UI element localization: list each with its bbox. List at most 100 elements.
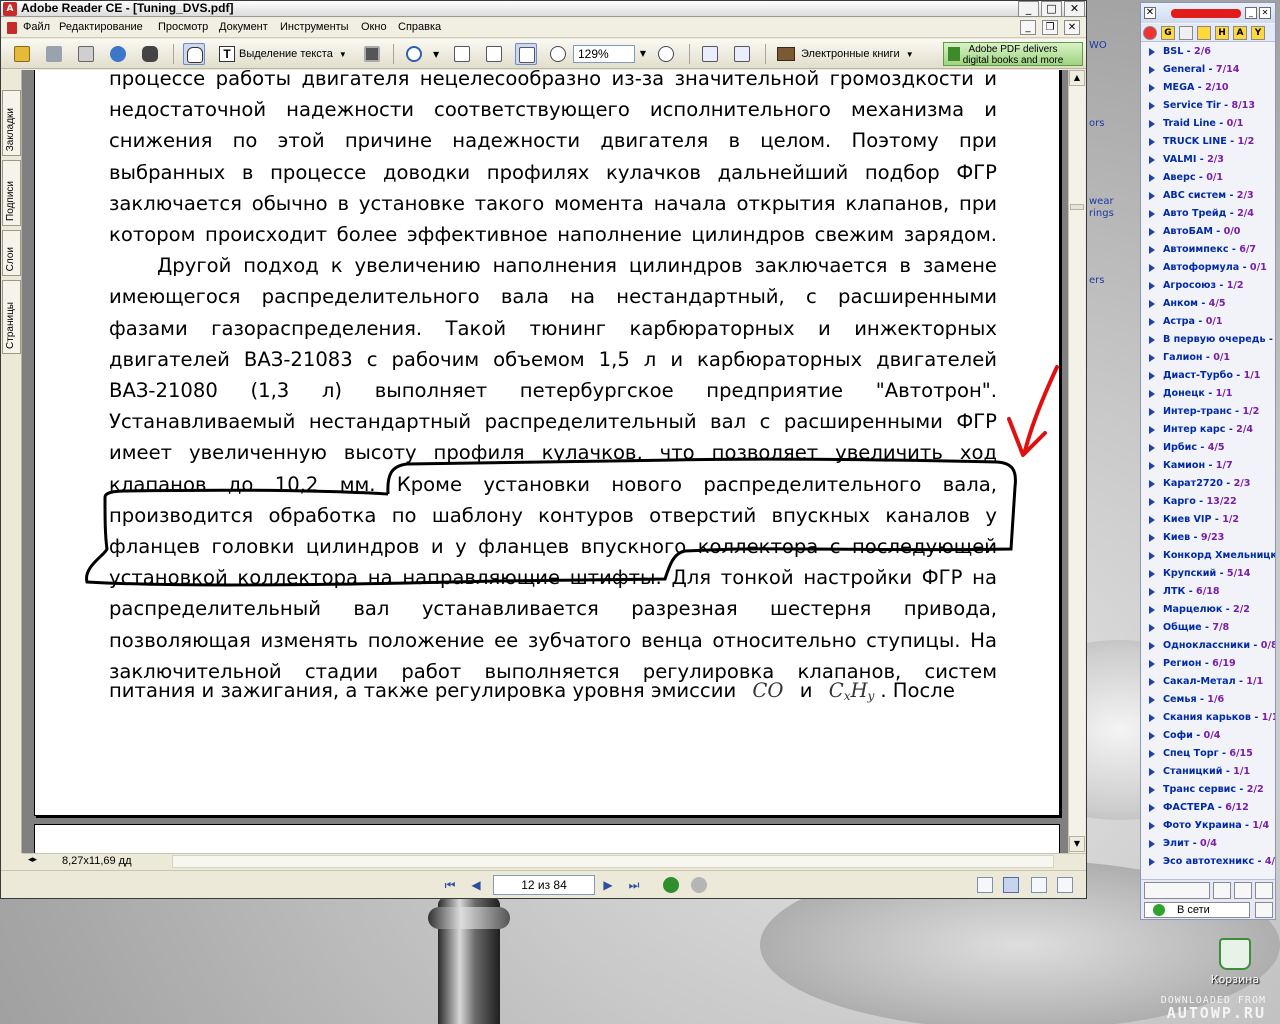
contact-group[interactable]: Семья - 1/6 (1143, 691, 1275, 709)
contact-group[interactable]: Транс сервис - 2/2 (1143, 781, 1275, 799)
contact-group[interactable]: Элит - 0/4 (1143, 835, 1275, 853)
menu-view[interactable]: Просмотр (158, 21, 208, 33)
last-page-button[interactable]: ⏭ (625, 877, 643, 893)
facing-layout-button[interactable] (1057, 877, 1073, 893)
contact-group[interactable]: Анком - 4/5 (1143, 295, 1275, 313)
contact-list-close-x-button[interactable]: ✕ (1259, 7, 1271, 19)
title-bar[interactable]: A Adobe Reader CE - [Tuning_DVS.pdf] _ □… (1, 1, 1086, 17)
privacy-status-button[interactable] (1255, 902, 1273, 918)
chevron-down-icon[interactable]: ▼ (637, 45, 649, 63)
tab-layers[interactable]: Слои (2, 230, 21, 276)
contact-group[interactable]: Авто Трейд - 2/4 (1143, 205, 1275, 223)
scroll-thumb[interactable] (1070, 204, 1084, 210)
contact-group[interactable]: General - 7/14 (1143, 61, 1275, 79)
contact-group[interactable]: BSL - 2/6 (1143, 43, 1275, 61)
help-button[interactable] (1255, 882, 1273, 899)
hand-tool-button[interactable] (183, 43, 205, 65)
contact-group[interactable]: АвтоБАМ - 0/0 (1143, 223, 1275, 241)
contact-group[interactable]: Одноклассники - 0/8 (1143, 637, 1275, 655)
email-icon[interactable] (1179, 26, 1193, 40)
contact-group[interactable]: Камион - 1/7 (1143, 457, 1275, 475)
adobe-promo-banner[interactable]: Adobe PDF delivers digital books and mor… (943, 42, 1083, 66)
split-handle-icon[interactable]: ◂▸ (28, 855, 37, 865)
contact-list-close-button[interactable]: ✕ (1144, 7, 1156, 19)
tab-pages[interactable]: Страницы (2, 280, 21, 354)
scroll-up-button[interactable]: ▲ (1069, 70, 1085, 86)
doc-restore-button[interactable]: ❐ (1042, 20, 1058, 35)
vertical-scrollbar[interactable]: ▲ ▼ (1068, 70, 1085, 853)
contact-group[interactable]: TRUCK LINE - 1/2 (1143, 133, 1275, 151)
find-user-button[interactable] (1213, 882, 1231, 899)
next-page-button[interactable]: ▶ (599, 877, 617, 893)
contact-group[interactable]: Киев VIP - 1/2 (1143, 511, 1275, 529)
contact-group[interactable]: В первую очередь - 5 (1143, 331, 1275, 349)
contact-group[interactable]: Диаст-Турбо - 1/1 (1143, 367, 1275, 385)
zoom-tool-button[interactable] (403, 43, 425, 65)
rotate-left-button[interactable] (699, 43, 721, 65)
open-button[interactable] (11, 43, 33, 65)
contact-group[interactable]: Астра - 0/1 (1143, 313, 1275, 331)
menu-file[interactable]: Файл (23, 21, 50, 33)
contact-group[interactable]: АВС систем - 2/3 (1143, 187, 1275, 205)
actual-size-button[interactable] (451, 43, 473, 65)
zoom-in-button[interactable] (655, 43, 677, 65)
select-text-tool[interactable]: T Выделение текста ▼ (215, 43, 357, 65)
contact-group[interactable]: Эсо автотехникс - 4/9 (1143, 853, 1275, 871)
contact-group[interactable]: Киев - 9/23 (1143, 529, 1275, 547)
contact-group[interactable]: Донецк - 1/1 (1143, 385, 1275, 403)
previous-page-button[interactable]: ◀ (467, 877, 485, 893)
contact-group[interactable]: Карат2720 - 2/3 (1143, 475, 1275, 493)
chevron-down-icon[interactable]: ▼ (433, 50, 439, 59)
contact-group[interactable]: MEGA - 2/10 (1143, 79, 1275, 97)
h-icon[interactable]: H (1215, 26, 1229, 40)
contact-group[interactable]: Скания карьков - 1/1 (1143, 709, 1275, 727)
go-forward-icon[interactable] (691, 877, 707, 893)
single-page-layout-button[interactable] (977, 877, 993, 893)
print-button[interactable] (75, 43, 97, 65)
continuous-layout-button[interactable] (1003, 877, 1019, 893)
page-number-field[interactable]: 12 из 84 (493, 875, 595, 895)
contact-group[interactable]: Общие - 7/8 (1143, 619, 1275, 637)
contact-list-minimize-button[interactable]: _ (1245, 7, 1257, 19)
contact-group[interactable]: ФАСТЕРА - 6/12 (1143, 799, 1275, 817)
zoom-level-field[interactable]: 129% (573, 45, 635, 63)
flower-status-icon[interactable] (1143, 26, 1157, 40)
menu-help[interactable]: Справка (398, 21, 441, 33)
contact-group[interactable]: Крупский - 5/14 (1143, 565, 1275, 583)
online-status-button[interactable]: В сети (1144, 902, 1250, 918)
contact-group[interactable]: Марцелюк - 2/2 (1143, 601, 1275, 619)
main-menu-button[interactable] (1144, 882, 1210, 899)
scroll-down-button[interactable]: ▼ (1069, 836, 1085, 852)
horizontal-scrollbar[interactable] (172, 855, 1054, 868)
doc-minimize-button[interactable]: _ (1020, 20, 1036, 35)
menu-document[interactable]: Документ (219, 21, 268, 33)
contact-group[interactable]: Регион - 6/19 (1143, 655, 1275, 673)
contact-group[interactable]: Спец Торг - 6/15 (1143, 745, 1275, 763)
maximize-button[interactable]: □ (1041, 1, 1062, 17)
tab-signatures[interactable]: Подписи (2, 160, 21, 226)
contact-list-titlebar[interactable]: ✕ _ ✕ (1141, 3, 1275, 23)
contact-group[interactable]: Интер-транс - 1/2 (1143, 403, 1275, 421)
contact-group[interactable]: Галион - 0/1 (1143, 349, 1275, 367)
menu-window[interactable]: Окно (361, 21, 387, 33)
search-button[interactable] (139, 43, 161, 65)
contact-group[interactable]: Traid Line - 0/1 (1143, 115, 1275, 133)
contact-group[interactable]: Конкорд Хмельницки (1143, 547, 1275, 565)
doc-close-button[interactable]: ✕ (1064, 20, 1080, 35)
menu-edit[interactable]: Редактирование (59, 21, 143, 33)
g-icon[interactable]: G (1161, 26, 1175, 40)
contact-group[interactable]: Автоформула - 0/1 (1143, 259, 1275, 277)
desktop-icon-recycle-bin[interactable]: Корзина (1205, 938, 1265, 986)
y-icon[interactable]: Y (1251, 26, 1265, 40)
go-back-icon[interactable] (663, 877, 679, 893)
tab-bookmarks[interactable]: Закладки (2, 90, 21, 156)
contact-group[interactable]: Софи - 0/4 (1143, 727, 1275, 745)
contact-group[interactable]: Автоимпекс - 6/7 (1143, 241, 1275, 259)
contact-group[interactable]: Аверс - 0/1 (1143, 169, 1275, 187)
contact-group[interactable]: Ирбис - 4/5 (1143, 439, 1275, 457)
close-button[interactable]: ✕ (1064, 1, 1085, 17)
contact-group[interactable]: Фото Украина - 1/4 (1143, 817, 1275, 835)
continuous-facing-layout-button[interactable] (1031, 877, 1047, 893)
fit-width-button[interactable] (515, 43, 537, 65)
contact-group[interactable]: Service Tir - 8/13 (1143, 97, 1275, 115)
